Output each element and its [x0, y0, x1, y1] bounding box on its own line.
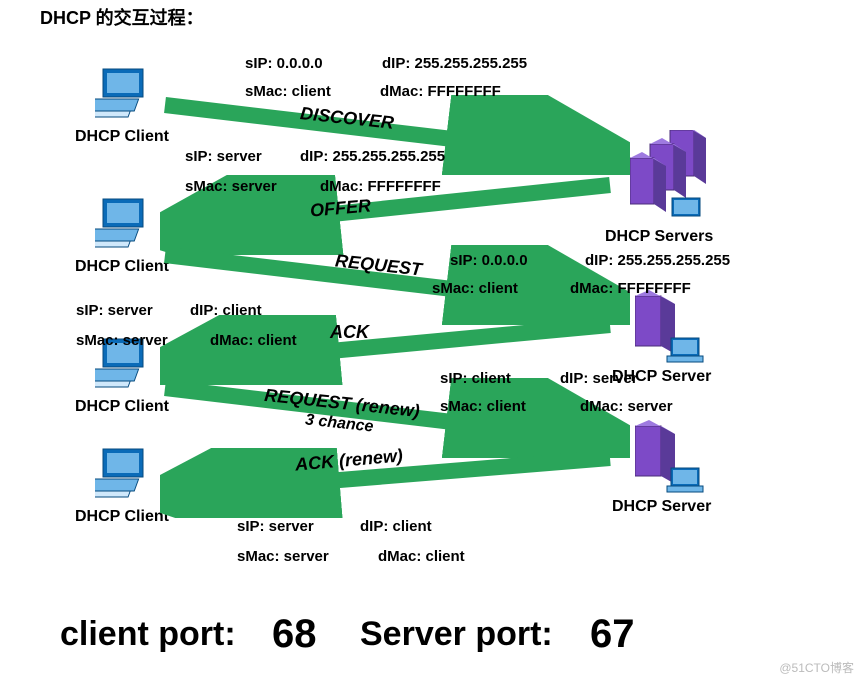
offer-dip: dIP: 255.255.255.255	[300, 148, 445, 165]
client-port-label: client port:	[60, 615, 236, 654]
server-icon-1	[635, 290, 705, 370]
client-computer-icon-2	[95, 195, 155, 255]
ack-msg: ACK	[330, 322, 369, 343]
watermark: @51CTO博客	[779, 659, 854, 676]
discover-dip: dIP: 255.255.255.255	[382, 55, 527, 72]
renew-req-dip: dIP: server	[560, 370, 638, 387]
request-dmac: dMac: FFFFFFFF	[570, 280, 691, 297]
server-icon-2	[635, 420, 705, 500]
discover-sip: sIP: 0.0.0.0	[245, 55, 323, 72]
ack-smac: sMac: server	[76, 332, 168, 349]
ack-dmac: dMac: client	[210, 332, 297, 349]
request-dip: dIP: 255.255.255.255	[585, 252, 730, 269]
client-label-3: DHCP Client	[75, 398, 169, 416]
renew-ack-sip: sIP: server	[237, 518, 314, 535]
offer-smac: sMac: server	[185, 178, 277, 195]
renew-req-smac: sMac: client	[440, 398, 526, 415]
diagram-title: DHCP 的交互过程：	[40, 4, 204, 30]
renew-ack-smac: sMac: server	[237, 548, 329, 565]
renew-req-sip: sIP: client	[440, 370, 511, 387]
client-label-2: DHCP Client	[75, 258, 169, 276]
offer-sip: sIP: server	[185, 148, 262, 165]
client-label-1: DHCP Client	[75, 128, 169, 146]
server-port-label: Server port:	[360, 615, 553, 654]
ack-dip: dIP: client	[190, 302, 262, 319]
renew-req-dmac: dMac: server	[580, 398, 673, 415]
request-smac: sMac: client	[432, 280, 518, 297]
discover-dmac: dMac: FFFFFFFF	[380, 83, 501, 100]
client-computer-icon-1	[95, 65, 155, 125]
server-cluster-icon	[630, 130, 720, 225]
client-port-value: 68	[272, 612, 317, 657]
server-port-value: 67	[590, 612, 635, 657]
offer-dmac: dMac: FFFFFFFF	[320, 178, 441, 195]
request-sip: sIP: 0.0.0.0	[450, 252, 528, 269]
discover-smac: sMac: client	[245, 83, 331, 100]
client-label-4: DHCP Client	[75, 508, 169, 526]
renew-ack-dip: dIP: client	[360, 518, 432, 535]
renew-ack-dmac: dMac: client	[378, 548, 465, 565]
ack-sip: sIP: server	[76, 302, 153, 319]
client-computer-icon-4	[95, 445, 155, 505]
